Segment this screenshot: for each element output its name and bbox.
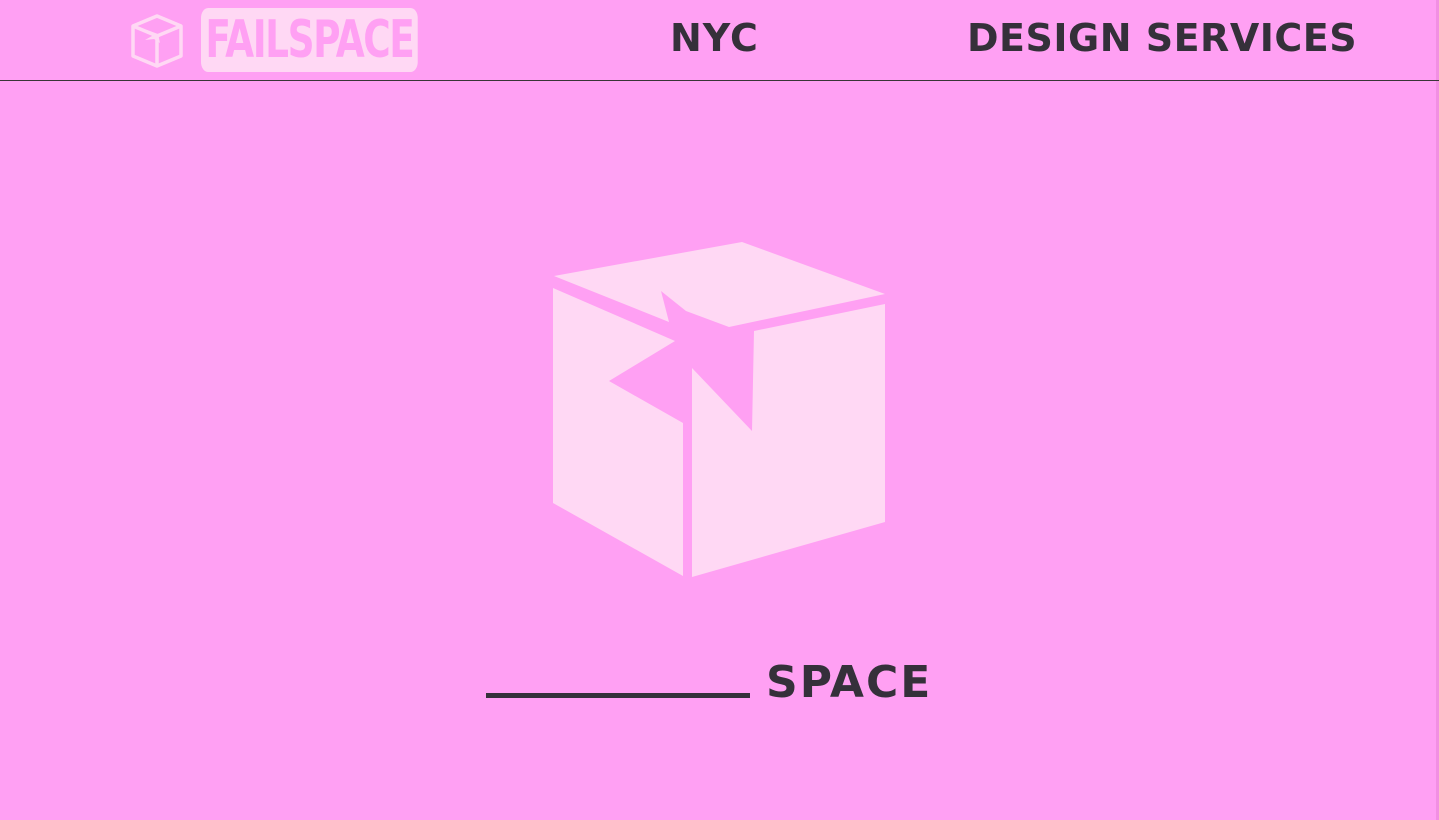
top-navigation-bar: FAILSPACE NYC DESIGN SERVICES <box>0 0 1439 81</box>
logo-link[interactable]: FAILSPACE <box>127 8 502 72</box>
nav-link-nyc[interactable]: NYC <box>670 15 759 61</box>
hero-tagline: SPACE <box>486 650 932 710</box>
nav-link-design-services[interactable]: DESIGN SERVICES <box>967 15 1357 61</box>
open-box-icon <box>131 14 183 68</box>
hero-open-box-icon <box>553 242 885 577</box>
logo-wordmark: FAILSPACE <box>201 8 418 72</box>
page: FAILSPACE NYC DESIGN SERVICES SPACE <box>0 0 1439 820</box>
tagline-word: SPACE <box>766 657 933 708</box>
blank-underline <box>486 693 750 698</box>
